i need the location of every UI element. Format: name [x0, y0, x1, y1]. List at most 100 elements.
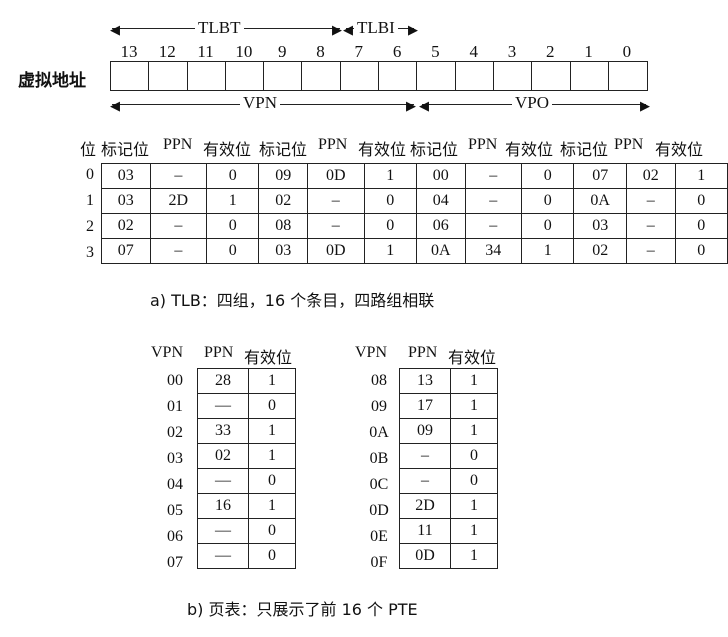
tlb-col-ppn-3: PPN: [614, 136, 644, 153]
pte-valid-cell: 1: [450, 518, 498, 544]
pte-valid-cell: 1: [450, 418, 498, 444]
pte-valid-cell: 1: [450, 368, 498, 394]
address-bit-cell: [264, 62, 303, 90]
pte-valid-cell: 0: [248, 393, 296, 419]
tlb-cell: 0D: [307, 238, 365, 264]
pte-row: 2D 1: [399, 493, 498, 519]
pte-vpn-label: 0C: [369, 476, 389, 493]
tlb-cell: 08: [258, 213, 309, 239]
tlb-cell: 07: [101, 238, 151, 264]
pte-row: 11 1: [399, 518, 498, 544]
pte-ppn-cell: —: [197, 543, 249, 569]
pte-row: 13 1: [399, 368, 498, 394]
tlb-row: 03 2D 1 02–0 04–0 0A –0: [101, 188, 728, 214]
tlb-cell: 03: [258, 238, 309, 264]
bit-number: 4: [469, 42, 478, 61]
tlb-cell: 0: [520, 213, 575, 239]
tlb-cell: –: [307, 188, 365, 214]
bit-number: 5: [431, 42, 440, 61]
tlb-cell: 03: [101, 163, 151, 189]
tlbi-arrow-left-head: ◀: [343, 22, 353, 37]
pte-ppn-cell: —: [197, 468, 249, 494]
pte-ppn-cell: –: [399, 443, 451, 469]
pt-right-col-vpn: VPN: [355, 344, 388, 361]
tlb-cell: 06: [415, 213, 466, 239]
address-bit-cell: [609, 62, 647, 90]
pte-valid-cell: 1: [248, 493, 296, 519]
address-bit-cell: [571, 62, 609, 90]
tlb-cell: 0: [206, 238, 260, 264]
pte-vpn-label: 0B: [369, 450, 389, 467]
virtual-address-label: 虚拟地址: [18, 71, 86, 91]
pte-ppn-cell: 33: [197, 418, 249, 444]
tlbt-arrow-left-head: ◀: [110, 22, 120, 37]
tlb-col-tag-3: 标记位: [560, 142, 609, 159]
tlb-cell: –: [625, 238, 676, 264]
pte-row: 17 1: [399, 393, 498, 419]
vpn-arrow-left-head: ◀: [110, 98, 120, 113]
tlb-cell: –: [149, 213, 208, 239]
tlb-cell: 0A: [415, 238, 466, 264]
pte-row: 02 1: [197, 443, 296, 469]
page-table-caption: b) 页表：只展示了前 16 个 PTE: [187, 600, 418, 619]
tlb-cell: –: [464, 163, 523, 189]
tlb-cell: 1: [520, 238, 575, 264]
pte-valid-cell: 0: [450, 468, 498, 494]
pte-row: 28 1: [197, 368, 296, 394]
pte-row: –0: [399, 443, 498, 469]
tlb-col-tag-1: 标记位: [259, 142, 308, 159]
address-bit-cell: [417, 62, 456, 90]
address-bit-cell: [149, 62, 188, 90]
tlb-set-label: 2: [86, 218, 94, 235]
pte-vpn-label: 05: [167, 502, 183, 519]
pte-ppn-cell: 13: [399, 368, 451, 394]
pte-row: 09 1: [399, 418, 498, 444]
tlb-cell: 0: [674, 213, 728, 239]
pte-ppn-cell: 28: [197, 368, 249, 394]
tlb-col-valid-0: 有效位: [203, 142, 252, 159]
pte-valid-cell: 0: [248, 468, 296, 494]
tlb-caption: a) TLB：四组，16 个条目，四路组相联: [150, 291, 435, 310]
tlb-table: 03–0 09 0D 1 00–0 07 02 1 03 2D 1 02–0 04–0 0A –0 02–0 0…: [101, 163, 728, 264]
pte-ppn-cell: 17: [399, 393, 451, 419]
tlb-row: 02–0 08–0 06–0 03–0: [101, 213, 728, 239]
vpo-arrow-left-head: ◀: [419, 98, 429, 113]
tlb-col-tag-0: 标记位: [101, 142, 150, 159]
pte-row: 33 1: [197, 418, 296, 444]
pte-valid-cell: 0: [248, 518, 296, 544]
tlb-cell: 02: [258, 188, 309, 214]
tlb-cell: –: [625, 188, 676, 214]
tlb-cell: 1: [363, 163, 417, 189]
tlb-set-label: 1: [86, 192, 94, 209]
tlb-cell: 02: [101, 213, 151, 239]
pte-vpn-label: 04: [167, 476, 183, 493]
tlb-cell: 0: [520, 163, 575, 189]
tlb-cell: 02: [625, 163, 676, 189]
address-bit-cell: [302, 62, 341, 90]
address-bit-cell: [532, 62, 571, 90]
pte-vpn-label: 08: [371, 372, 387, 389]
pte-row: —0: [197, 543, 296, 569]
pte-vpn-label: 00: [167, 372, 183, 389]
tlb-cell: 00: [415, 163, 466, 189]
pte-vpn-label: 06: [167, 528, 183, 545]
pte-ppn-cell: 02: [197, 443, 249, 469]
tlb-cell: 1: [363, 238, 417, 264]
tlb-cell: 07: [573, 163, 627, 189]
bit-number: 11: [197, 42, 214, 61]
tlb-col-ppn-2: PPN: [468, 136, 498, 153]
tlb-cell: 0A: [573, 188, 627, 214]
bit-number: 10: [235, 42, 253, 61]
tlb-set-label: 3: [86, 244, 94, 261]
address-bit-cell: [456, 62, 494, 90]
pte-valid-cell: 0: [450, 443, 498, 469]
tlb-set-header: 位: [80, 142, 97, 159]
pt-right-col-valid: 有效位: [448, 350, 497, 367]
pte-ppn-cell: —: [197, 393, 249, 419]
tlb-cell: 03: [573, 213, 627, 239]
pte-vpn-label: 03: [167, 450, 183, 467]
tlb-cell: –: [149, 163, 208, 189]
tlb-cell: 1: [206, 188, 260, 214]
tlb-cell: 0: [363, 188, 417, 214]
address-bit-cell: [226, 62, 265, 90]
